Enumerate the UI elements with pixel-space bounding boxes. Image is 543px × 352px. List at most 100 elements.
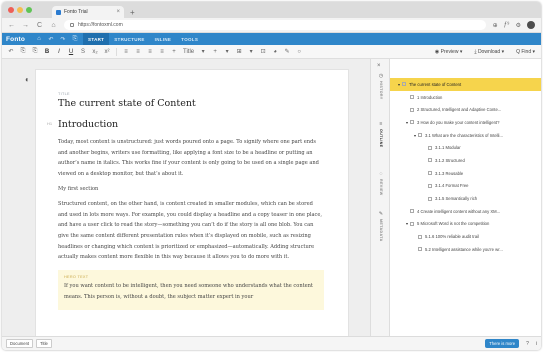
outline-item-label: The current state of Content (409, 81, 462, 87)
minimize-window-button[interactable] (17, 7, 23, 13)
window-controls (8, 7, 32, 13)
outline-item[interactable]: 2 Structured, Intelligent and Adaptive C… (390, 103, 541, 116)
download-button[interactable]: ⤓ Download ▾ (474, 49, 504, 55)
home-icon[interactable]: ⌂ (35, 36, 43, 42)
outline-item[interactable]: ▾ The current state of Content (390, 78, 541, 91)
font-extension-icon[interactable]: ƒ⁹ (504, 22, 510, 28)
tab-review[interactable]: ◌ REVIEW (374, 171, 388, 196)
outline-item[interactable]: 3.1.1 Modular (390, 141, 541, 154)
undo-icon[interactable]: ↶ (47, 36, 55, 43)
outline-item[interactable]: 3.1.4 Format Free (390, 180, 541, 193)
indent-icon[interactable]: ≡ (147, 49, 153, 55)
comment-icon[interactable]: ○ (296, 49, 302, 55)
tab-inline[interactable]: INLINE (150, 33, 177, 45)
tab-metadata[interactable]: ✎ METADATA (374, 211, 388, 242)
paragraph-style-select[interactable]: Title (183, 49, 194, 55)
subscript-button[interactable]: x₂ (92, 49, 98, 55)
node-icon (410, 120, 414, 125)
outline-item[interactable]: 3.1.3 Reusable (390, 167, 541, 180)
structure-toggle-icon[interactable]: ◐ (25, 75, 30, 84)
numbered-list-icon[interactable]: ≡ (135, 49, 141, 55)
save-icon[interactable]: ⎘ (71, 36, 79, 43)
bold-button[interactable]: B (44, 49, 50, 55)
document-page[interactable]: TITLE The current state of Content H1 In… (35, 69, 349, 336)
reload-button[interactable]: C (36, 22, 43, 29)
outline-item[interactable]: 4 Create intelligent content without any… (390, 205, 541, 218)
outline-item-label: 3.1.1 Modular (435, 145, 461, 151)
tab-structure[interactable]: STRUCTURE (109, 33, 149, 45)
zoom-icon[interactable]: ⊕ (493, 22, 498, 29)
link-icon[interactable]: ✎ (284, 48, 290, 55)
paste-icon[interactable]: ⎘ (32, 48, 38, 55)
outline-item-label: 5 Microsoft Word is not the competition (417, 221, 490, 227)
close-window-button[interactable] (8, 7, 14, 13)
lock-icon (70, 23, 74, 27)
browser-tab[interactable]: Fonto Trial × (52, 6, 124, 18)
hero-label: HERO TEXT (64, 275, 89, 280)
tab-outline[interactable]: ≡ OUTLINE (374, 121, 388, 148)
outline-item[interactable]: ▾ 5 Microsoft Word is not the competitio… (390, 218, 541, 231)
media-icon[interactable]: ◕ (272, 49, 278, 55)
outline-item[interactable]: 3.1.5 Semantically rich (390, 192, 541, 205)
node-icon (418, 247, 422, 252)
outline-item[interactable]: 3.1.2 Structured (390, 154, 541, 167)
chevron-down-icon[interactable]: ▾ (200, 48, 206, 55)
tab-tools[interactable]: TOOLS (176, 33, 203, 45)
section-heading[interactable]: Introduction (58, 119, 324, 130)
document-title[interactable]: The current state of Content (58, 98, 324, 109)
table-icon[interactable]: ⊞ (236, 48, 242, 55)
close-panel-icon[interactable]: × (377, 63, 381, 69)
outline-item[interactable]: ▾ 3 How do you make your content intelli… (390, 116, 541, 129)
bullet-list-icon[interactable]: ≡ (123, 49, 129, 55)
redo-icon[interactable]: ↷ (59, 36, 67, 43)
subsection-title[interactable]: My first section (58, 186, 324, 192)
node-icon (428, 158, 432, 163)
new-tab-button[interactable]: + (130, 8, 135, 17)
there-is-more-button[interactable]: There is more (485, 339, 520, 348)
back-button[interactable]: ← (8, 22, 15, 29)
outline-icon: ≡ (379, 121, 383, 127)
fonto-logo: Fonto (6, 35, 26, 43)
browser-tab-strip: Fonto Trial × + (2, 2, 541, 18)
underline-button[interactable]: U (68, 49, 74, 55)
section-marker: H1 (47, 121, 53, 126)
superscript-button[interactable]: x² (104, 49, 110, 55)
maximize-window-button[interactable] (26, 7, 32, 13)
info-icon[interactable]: i (536, 341, 537, 347)
node-icon (402, 82, 406, 87)
help-icon[interactable]: ? (526, 341, 529, 347)
insert-icon[interactable]: + (171, 49, 177, 55)
url-input[interactable]: https://fontoxml.com (64, 20, 486, 30)
undo-icon[interactable]: ↶ (8, 48, 14, 55)
avatar[interactable] (527, 21, 535, 29)
outdent-icon[interactable]: ≡ (159, 49, 165, 55)
tab-close-icon[interactable]: × (116, 9, 120, 15)
tab-start[interactable]: START (83, 33, 110, 45)
forward-button[interactable]: → (22, 22, 29, 29)
strikethrough-button[interactable]: S (80, 49, 86, 55)
paragraph[interactable]: Structured content, on the other hand, i… (58, 199, 324, 263)
tab-history[interactable]: ◷ HISTORY (374, 73, 388, 100)
settings-icon[interactable]: ⚙ (516, 22, 521, 29)
outline-item[interactable]: 5.2 Intelligent assistance while you're … (390, 243, 541, 256)
hero-paragraph[interactable]: If you want content to be intelligent, t… (64, 281, 319, 302)
breadcrumb-document[interactable]: Document (6, 339, 34, 348)
history-icon: ◷ (378, 73, 384, 79)
chevron-down-icon[interactable]: ▾ (248, 48, 254, 55)
outline-item[interactable]: ▾ 3.1 What are the characteristics of In… (390, 129, 541, 142)
copy-icon[interactable]: ⎘ (20, 48, 26, 55)
outline-item[interactable]: 1 Introduction (390, 91, 541, 104)
find-button[interactable]: Q Find ▾ (516, 49, 535, 55)
add-element-icon[interactable]: + (212, 49, 218, 55)
home-button[interactable]: ⌂ (50, 22, 57, 29)
hero-text-block[interactable]: HERO TEXT If you want content to be inte… (58, 270, 324, 311)
breadcrumb-title[interactable]: Title (36, 339, 52, 348)
outline-item[interactable]: 5.1.6 100% reliable audit trail (390, 230, 541, 243)
italic-button[interactable]: I (56, 49, 62, 55)
chevron-down-icon[interactable]: ▾ (224, 48, 230, 55)
paragraph[interactable]: Today, most content is unstructured: jus… (58, 137, 324, 180)
document-area: ◐ TITLE The current state of Content H1 … (2, 59, 370, 336)
preview-button[interactable]: ◉ Preview ▾ (435, 49, 462, 55)
format-toolbar: ↶ ⎘ ⎘ B I U S x₂ x² ≡ ≡ ≡ ≡ + Title ▾ + … (2, 45, 541, 59)
image-icon[interactable]: ⊡ (260, 48, 266, 55)
